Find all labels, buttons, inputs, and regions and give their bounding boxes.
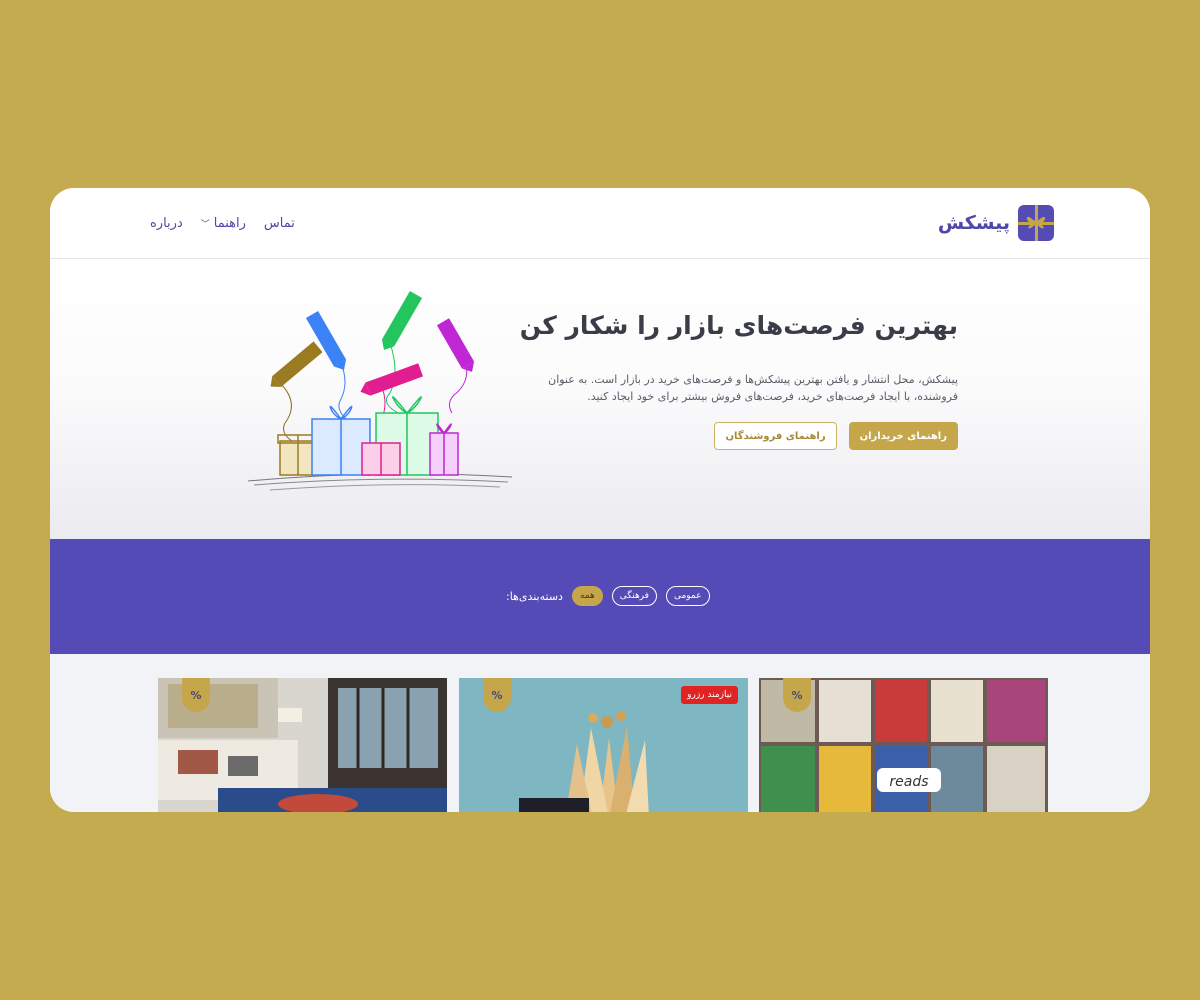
percent-icon: % <box>182 678 210 712</box>
offer-card-living-room[interactable]: % <box>158 678 447 812</box>
offer-card-books[interactable]: reads % <box>759 678 1048 812</box>
gift-box-icon <box>1018 205 1054 241</box>
buyers-guide-button[interactable]: راهنمای خریداران <box>848 422 958 450</box>
category-band: دسته‌بندی‌ها: همه فرهنگی عمومی <box>50 539 1150 654</box>
nav-item-guide-label: راهنما <box>213 215 246 231</box>
nav-item-about[interactable]: درباره <box>150 216 183 231</box>
gift-boxes-illustration <box>240 283 520 509</box>
nav-item-about-label: درباره <box>150 215 183 231</box>
category-chip-general[interactable]: عمومی <box>665 586 710 606</box>
categories-label: دسته‌بندی‌ها: <box>506 589 563 603</box>
browser-window: پیشکش درباره راهنما ﹀ تماس بهترین فرصت‌ه… <box>50 188 1150 812</box>
percent-icon: % <box>483 678 511 712</box>
offer-card-wheat[interactable]: % نیازمند رزرو <box>459 678 748 812</box>
sellers-guide-button[interactable]: راهنمای فروشندگان <box>714 422 837 450</box>
svg-text:reads: reads <box>889 774 928 790</box>
category-chip-all[interactable]: همه <box>571 586 603 606</box>
nav-item-contact[interactable]: تماس <box>264 216 295 231</box>
hero-section: بهترین فرصت‌های بازار را شکار کن پیشکش، … <box>50 259 1150 539</box>
nav-item-contact-label: تماس <box>263 215 295 231</box>
category-chip-cultural[interactable]: فرهنگی <box>611 586 657 606</box>
hero-description: پیشکش، محل انتشار و یافتن بهترین پیشکش‌ه… <box>548 373 958 403</box>
nav-item-guide[interactable]: راهنما ﹀ <box>201 216 246 231</box>
brand-name: پیشکش <box>937 212 1010 234</box>
category-filter: دسته‌بندی‌ها: همه فرهنگی عمومی <box>492 585 710 607</box>
site-header: پیشکش درباره راهنما ﹀ تماس <box>50 188 1150 259</box>
chevron-down-icon: ﹀ <box>200 219 210 230</box>
brand-logo-link[interactable]: پیشکش <box>938 205 1054 241</box>
hero-buttons: راهنمای خریداران راهنمای فروشندگان <box>714 422 958 450</box>
hero-title: بهترین فرصت‌های بازار را شکار کن <box>519 311 958 340</box>
percent-icon: % <box>783 678 811 712</box>
offers-grid: % % نیازمند رزرو reads % <box>50 654 1150 812</box>
reservation-required-badge: نیازمند رزرو <box>681 686 738 704</box>
main-nav: درباره راهنما ﹀ تماس <box>150 212 295 234</box>
